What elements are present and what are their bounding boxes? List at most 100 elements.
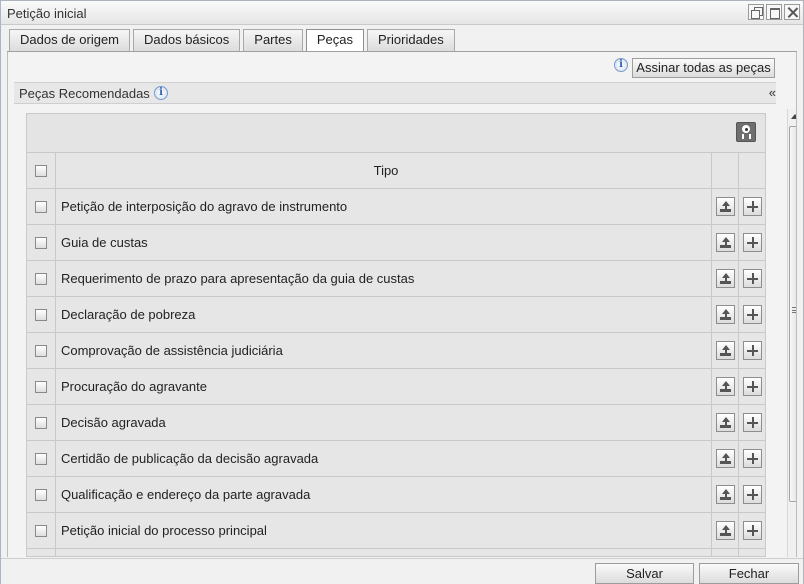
- add-cell: [739, 333, 765, 368]
- tab-pecas[interactable]: Peças: [305, 29, 364, 52]
- scroll-thumb[interactable]: [789, 126, 796, 502]
- plus-icon[interactable]: [742, 521, 762, 540]
- plus-icon[interactable]: [742, 197, 762, 216]
- tipo-cell: Petição inicial do processo principal: [56, 513, 713, 548]
- row-check-cell: [27, 477, 56, 512]
- plus-icon[interactable]: [742, 341, 762, 360]
- upload-cell: [712, 369, 740, 404]
- tipo-cell: Procuração do agravante: [56, 369, 713, 404]
- upload-icon[interactable]: [715, 449, 735, 468]
- upload-icon[interactable]: [715, 269, 735, 288]
- fechar-button[interactable]: Fechar: [699, 563, 799, 584]
- tipo-cell: Decisão agravada: [56, 405, 713, 440]
- row-check-cell: [27, 189, 56, 224]
- add-cell: [739, 225, 765, 260]
- add-cell: [739, 549, 765, 556]
- row-check-cell: [27, 261, 56, 296]
- vertical-scrollbar[interactable]: [787, 109, 796, 557]
- assinar-todas-button[interactable]: Assinar todas as peças: [632, 58, 775, 78]
- upload-icon[interactable]: [715, 341, 735, 360]
- upload-icon[interactable]: [715, 485, 735, 504]
- add-cell: [739, 261, 765, 296]
- collapse-icon[interactable]: «: [769, 85, 776, 100]
- scroll-up-icon[interactable]: [791, 114, 796, 119]
- grip-icon: [792, 307, 796, 313]
- info-icon[interactable]: i: [614, 58, 628, 72]
- table-row: Requerimento de prazo para apresentação …: [27, 261, 765, 297]
- row-checkbox[interactable]: [34, 344, 47, 357]
- upload-icon[interactable]: [715, 521, 735, 540]
- tab-partes[interactable]: Partes: [243, 29, 303, 51]
- upload-icon[interactable]: [715, 305, 735, 324]
- plus-icon[interactable]: [742, 305, 762, 324]
- tipo-cell: Guia de custas: [56, 225, 713, 260]
- header-empty-cell: [739, 153, 765, 188]
- plus-icon[interactable]: [742, 449, 762, 468]
- plus-icon[interactable]: [742, 377, 762, 396]
- row-checkbox[interactable]: [34, 452, 47, 465]
- table-row: Declaração de pobreza: [27, 297, 765, 333]
- row-check-cell: [27, 225, 56, 260]
- tab-prioridades[interactable]: Prioridades: [367, 29, 455, 51]
- row-check-cell: [27, 513, 56, 548]
- upload-icon[interactable]: [715, 197, 735, 216]
- grid-toolbar: [27, 114, 765, 153]
- upload-cell: [712, 261, 740, 296]
- table-row: Petição inicial do processo principal: [27, 513, 765, 549]
- table-row: Petição de interposição do agravo de ins…: [27, 189, 765, 225]
- table-row: Guia de custas: [27, 225, 765, 261]
- tipo-cell: Declaração de pobreza: [56, 297, 713, 332]
- upload-icon[interactable]: [715, 377, 735, 396]
- upload-cell: [712, 477, 740, 512]
- maximize-icon[interactable]: [766, 4, 782, 20]
- restore-icon[interactable]: [748, 4, 764, 20]
- close-icon[interactable]: [784, 4, 800, 20]
- plus-icon[interactable]: [742, 233, 762, 252]
- select-all-checkbox[interactable]: [34, 164, 47, 177]
- upload-cell: [712, 513, 740, 548]
- tab-dados-basicos[interactable]: Dados básicos: [133, 29, 241, 51]
- certificate-icon[interactable]: [736, 122, 756, 142]
- plus-icon[interactable]: [742, 413, 762, 432]
- table-row: [27, 549, 765, 556]
- upload-cell: [712, 225, 740, 260]
- upload-icon[interactable]: [715, 413, 735, 432]
- tipo-column-header[interactable]: Tipo: [56, 153, 713, 188]
- salvar-button[interactable]: Salvar: [595, 563, 694, 584]
- tab-dados-de-origem[interactable]: Dados de origem: [9, 29, 130, 51]
- plus-icon[interactable]: [742, 269, 762, 288]
- tab-bar: Dados de origem Dados básicos Partes Peç…: [9, 29, 455, 52]
- add-cell: [739, 369, 765, 404]
- upload-cell: [712, 405, 740, 440]
- section-title: Peças Recomendadas: [19, 86, 150, 101]
- plus-icon[interactable]: [742, 485, 762, 504]
- row-check-cell: [27, 369, 56, 404]
- row-checkbox[interactable]: [34, 236, 47, 249]
- peticao-inicial-window: Petição inicial Dados de origem Dados bá…: [0, 0, 804, 584]
- section-header: Peças Recomendadas i «: [14, 82, 776, 104]
- row-checkbox[interactable]: [34, 524, 47, 537]
- table-row: Certidão de publicação da decisão agrava…: [27, 441, 765, 477]
- row-checkbox[interactable]: [34, 488, 47, 501]
- upload-icon[interactable]: [715, 233, 735, 252]
- table-row: Qualificação e endereço da parte agravad…: [27, 477, 765, 513]
- grid-header-row: Tipo: [27, 153, 765, 189]
- upload-cell: [712, 297, 740, 332]
- row-checkbox[interactable]: [34, 272, 47, 285]
- add-cell: [739, 297, 765, 332]
- row-check-cell: [27, 333, 56, 368]
- table-row: Procuração do agravante: [27, 369, 765, 405]
- row-checkbox[interactable]: [34, 380, 47, 393]
- add-cell: [739, 405, 765, 440]
- row-checkbox[interactable]: [34, 308, 47, 321]
- add-cell: [739, 441, 765, 476]
- upload-cell: [712, 549, 740, 556]
- row-checkbox[interactable]: [34, 200, 47, 213]
- tipo-cell: [56, 549, 713, 556]
- tipo-cell: Certidão de publicação da decisão agrava…: [56, 441, 713, 476]
- select-all-cell: [27, 153, 56, 188]
- info-icon[interactable]: i: [154, 86, 168, 100]
- upload-cell: [712, 441, 740, 476]
- row-checkbox[interactable]: [34, 416, 47, 429]
- title-bar: Petição inicial: [1, 1, 803, 25]
